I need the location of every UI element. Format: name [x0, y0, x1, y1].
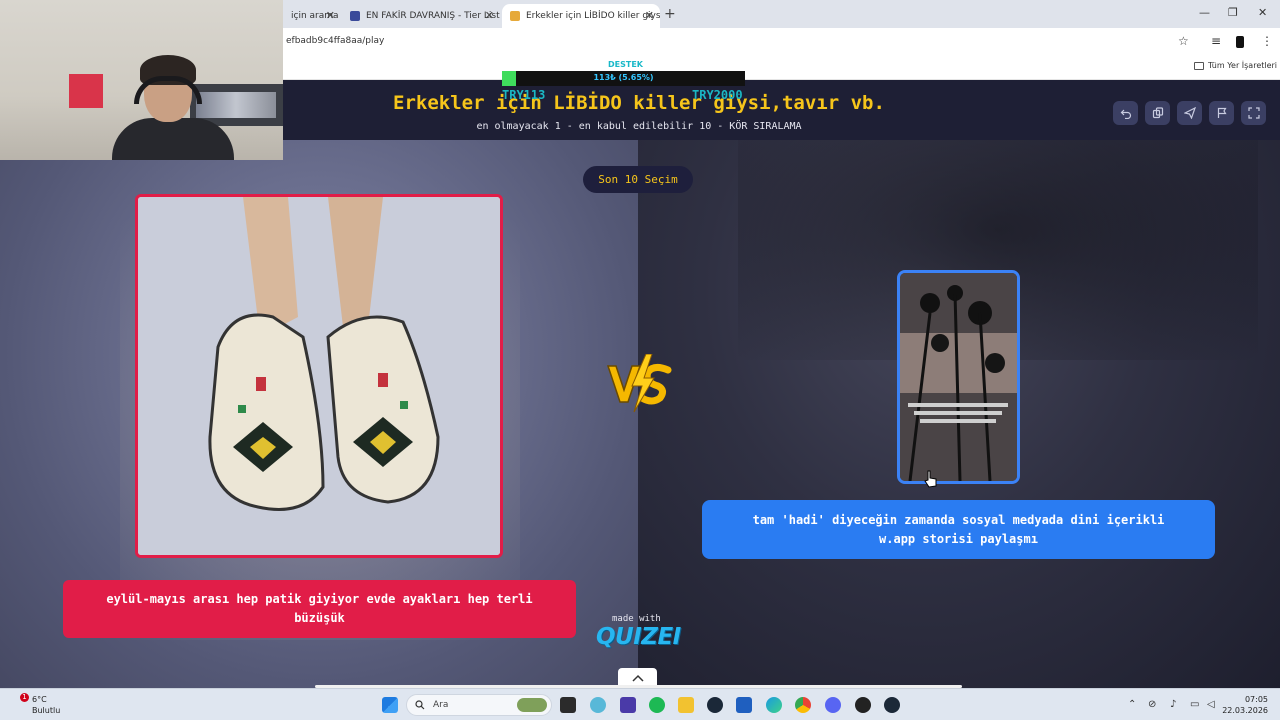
donation-current-label: TRY113: [502, 88, 546, 102]
restore-icon[interactable]: ❐: [1228, 6, 1238, 19]
report-button[interactable]: [1209, 101, 1234, 125]
clock-time: 07:05: [1244, 695, 1268, 704]
knitted-slippers-photo: [138, 197, 500, 555]
tab-tier-list[interactable]: EN FAKİR DAVRANIŞ - Tier List ✕: [342, 4, 500, 28]
url-input[interactable]: efbadb9c4ffa8aa/play: [286, 36, 384, 46]
chevron-up-icon: [631, 674, 644, 682]
versus-icon: [606, 354, 672, 413]
tray-overflow-chevron-icon[interactable]: ⌃: [1128, 699, 1136, 710]
hand-cursor-icon: [924, 470, 937, 488]
display-icon[interactable]: ▭: [1190, 699, 1199, 710]
quiz-subtitle: en olmayacak 1 - en kabul edilebilir 10 …: [476, 121, 802, 132]
close-window-icon[interactable]: ✕: [1258, 6, 1267, 19]
donation-progress-bar: 113₺ (5.65%): [502, 71, 745, 86]
weather-temp: 6°C: [32, 695, 47, 704]
file-explorer-icon[interactable]: [678, 697, 694, 713]
close-icon[interactable]: ✕: [645, 9, 654, 22]
tab-label: EN FAKİR DAVRANIŞ - Tier List: [366, 11, 500, 21]
copy-icon: [1152, 107, 1163, 119]
new-tab-plus-icon[interactable]: +: [664, 6, 676, 22]
option-right-caption[interactable]: tam 'hadi' diyeceğin zamanda sosyal medy…: [702, 500, 1215, 559]
search-highlight-icon: [517, 698, 547, 712]
round-badge: Son 10 Seçim: [583, 166, 693, 193]
quiz-favicon-icon: [510, 11, 520, 21]
fullscreen-button[interactable]: [1241, 101, 1266, 125]
task-view-icon[interactable]: [560, 697, 576, 713]
tab-search[interactable]: için arama ✕: [283, 4, 341, 28]
close-icon[interactable]: ✕: [485, 9, 494, 22]
send-icon: [1183, 107, 1196, 119]
editor-app-icon[interactable]: [620, 697, 636, 713]
search-placeholder: Ara: [433, 700, 449, 710]
media-control-icon[interactable]: ≡: [1211, 34, 1221, 48]
tab-quiz-active[interactable]: Erkekler için LİBİDO killer giysi,t ✕: [502, 4, 660, 28]
folder-icon: [1194, 61, 1204, 70]
steam-secondary-icon[interactable]: [884, 697, 900, 713]
tier-list-favicon-icon: [350, 11, 360, 21]
tab-label: Erkekler için LİBİDO killer giysi,t: [526, 11, 660, 21]
edge-browser-icon[interactable]: [766, 697, 782, 713]
webcam-overlay: [0, 0, 283, 160]
notification-badge: 1: [20, 693, 29, 702]
option-right-image[interactable]: [897, 270, 1020, 484]
copy-button[interactable]: [1145, 101, 1170, 125]
streamer-body: [112, 118, 234, 160]
flag-icon: [1217, 107, 1227, 118]
network-status-icon[interactable]: ⊘: [1148, 699, 1156, 710]
windows-taskbar: 1 6°C Bulutlu Ara ⌃ ⊘ ♪ ▭ ◁ 07:05 22.03.…: [0, 688, 1280, 720]
taskbar-search[interactable]: Ara: [406, 694, 552, 716]
profile-avatar-icon[interactable]: [1236, 36, 1244, 48]
minimize-icon[interactable]: —: [1199, 6, 1210, 19]
quizei-logo[interactable]: QUIZEI: [596, 624, 681, 650]
undo-button[interactable]: [1113, 101, 1138, 125]
steam-icon[interactable]: [707, 697, 723, 713]
donation-goal-label: TRY2000: [692, 88, 743, 102]
microphone-icon[interactable]: ♪: [1170, 699, 1176, 710]
weather-desc: Bulutlu: [32, 706, 61, 715]
windows-start-icon[interactable]: [382, 697, 398, 713]
all-bookmarks-folder[interactable]: Tüm Yer İşaretleri: [1194, 61, 1277, 70]
option-left-image[interactable]: [135, 194, 503, 558]
fullscreen-icon: [1247, 107, 1260, 119]
made-with-label: made with: [612, 614, 661, 624]
store-icon[interactable]: [736, 697, 752, 713]
system-clock[interactable]: 07:05 22.03.2026: [1220, 694, 1268, 716]
search-icon: [415, 700, 425, 710]
obs-icon[interactable]: [855, 697, 871, 713]
quiz-title: Erkekler için LİBİDO killer giysi,tavır …: [393, 92, 885, 114]
settings-app-icon[interactable]: [590, 697, 606, 713]
weather-widget[interactable]: 1 6°C Bulutlu: [14, 693, 61, 716]
bookmark-star-icon[interactable]: ☆: [1178, 34, 1189, 48]
quiz-app: Erkekler için LİBİDO killer giysi,tavır …: [0, 80, 1280, 688]
screen: için arama ✕ EN FAKİR DAVRANIŞ - Tier Li…: [0, 0, 1280, 720]
bookmarks-folder-label: Tüm Yer İşaretleri: [1208, 61, 1278, 70]
whatsapp-story-photo: [900, 273, 1017, 481]
undo-icon: [1120, 109, 1131, 119]
option-left-caption[interactable]: eylül-mayıs arası hep patik giyiyor evde…: [63, 580, 576, 638]
discord-icon[interactable]: [825, 697, 841, 713]
close-icon[interactable]: ✕: [326, 9, 335, 22]
spotify-icon[interactable]: [649, 697, 665, 713]
more-menu-icon[interactable]: ⋮: [1261, 34, 1273, 48]
donation-progress-text: 113₺ (5.65%): [593, 73, 654, 82]
clock-date: 22.03.2026: [1222, 706, 1268, 715]
donation-title: DESTEK: [608, 60, 643, 69]
chrome-icon[interactable]: [795, 697, 811, 713]
volume-icon[interactable]: ◁: [1207, 699, 1215, 710]
share-button[interactable]: [1177, 101, 1202, 125]
wall-poster: [69, 74, 103, 108]
